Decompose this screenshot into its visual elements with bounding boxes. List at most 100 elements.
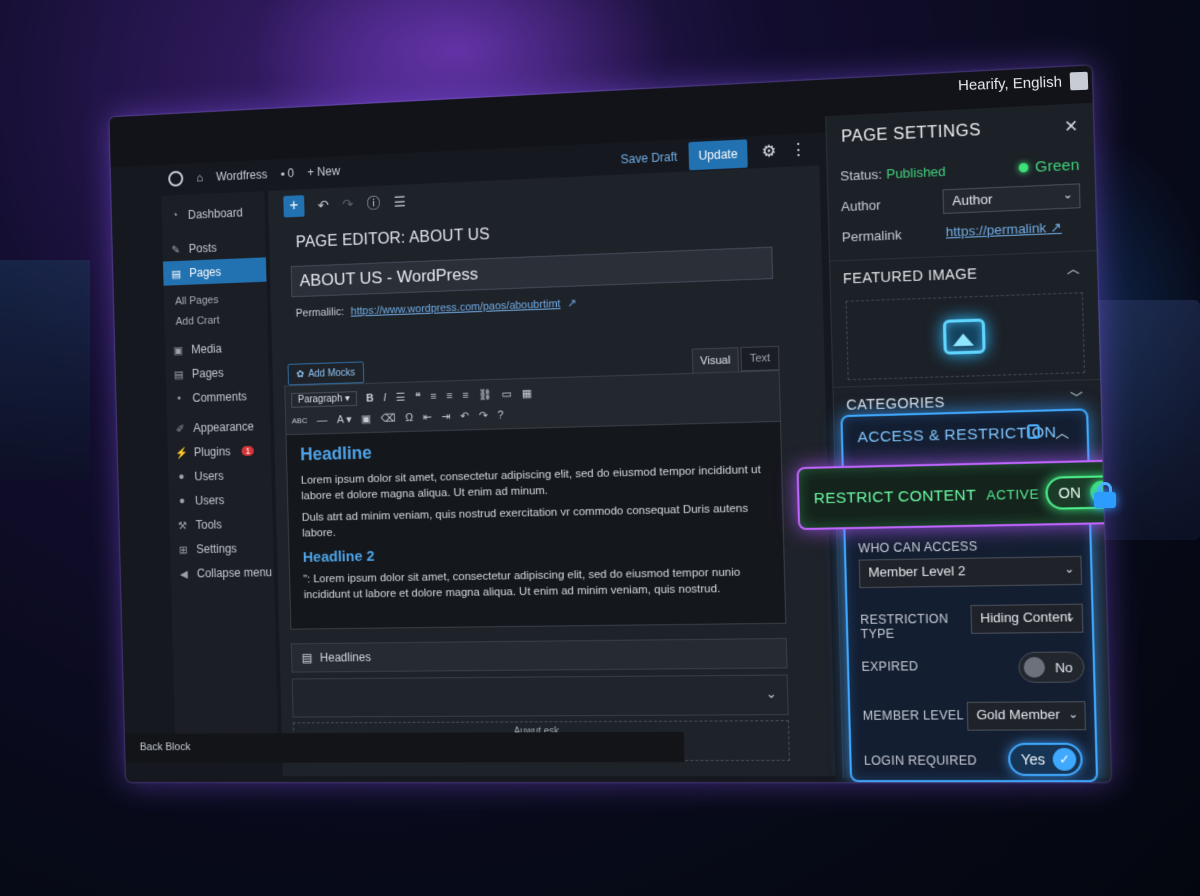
login-required-value: Yes	[1021, 751, 1046, 768]
sidebar-item-plugins[interactable]: ⚡ Plugins 1	[167, 438, 271, 465]
status-indicator: Green	[1019, 156, 1080, 176]
check-icon: ✓	[1052, 748, 1076, 771]
blockquote-icon[interactable]: ❝	[415, 390, 421, 403]
external-link-icon[interactable]: ↗	[567, 297, 576, 309]
sidebar-item-label: Users	[195, 493, 225, 507]
more-options-icon[interactable]: ⋮	[790, 139, 807, 160]
sidebar-item-users-2[interactable]: ● Users	[169, 486, 273, 513]
toolbar-toggle-icon[interactable]: ▦	[522, 387, 533, 400]
text-color-icon[interactable]: A ▾	[337, 413, 352, 426]
sidebar-item-label: Posts	[189, 240, 217, 255]
info-icon[interactable]: ⓘ	[367, 193, 381, 213]
chevron-up-icon[interactable]: ︿	[1055, 421, 1070, 441]
page-title-input[interactable]	[291, 247, 773, 298]
sidebar-item-tools[interactable]: ⚒ Tools	[169, 511, 273, 537]
sidebar-item-label: Users	[194, 469, 224, 483]
classic-editor: Paragraph ▾ B I ☰ ❝ ≡ ≡ ≡ ⛓ ▭ ▦ ABC — A …	[284, 370, 786, 630]
gear-icon[interactable]: ⚙	[761, 141, 776, 162]
undo-icon[interactable]: ↶	[317, 196, 329, 213]
align-center-icon[interactable]: ≡	[446, 390, 453, 402]
sidebar-item-appearance[interactable]: ✐ Appearance	[167, 413, 271, 440]
editor-content[interactable]: Headline Lorem ipsum dolor sit amet, con…	[286, 422, 785, 619]
comments-icon[interactable]: ▪ 0	[280, 166, 294, 180]
sidebar-item-settings[interactable]: ⊞ Settings	[170, 535, 274, 561]
expired-value: No	[1055, 659, 1073, 675]
restrict-status: ACTIVE	[986, 486, 1039, 503]
bold-icon[interactable]: B	[366, 392, 374, 404]
update-button[interactable]: Update	[688, 139, 747, 170]
sidebar-item-collapse-menu[interactable]: ◀ Collapse menu	[170, 560, 274, 586]
horizontal-line-icon[interactable]: —	[317, 414, 328, 426]
sidebar-item-label: Comments	[192, 389, 247, 404]
permalink-link[interactable]: https://www.wordpress.com/paos/aboubrtim…	[351, 298, 561, 318]
new-button[interactable]: + New	[307, 164, 340, 179]
plugins-update-badge: 1	[242, 445, 254, 455]
expired-toggle[interactable]: No	[1018, 651, 1085, 683]
bullet-list-icon[interactable]: ☰	[396, 391, 406, 404]
who-can-access-select[interactable]: Member Level 2 ⌄	[859, 556, 1083, 588]
sidebar-item-users[interactable]: ● Users	[168, 462, 272, 489]
status-dot-icon	[1019, 162, 1029, 172]
sidebar-item-label: Add Crart	[175, 314, 219, 327]
redo-icon[interactable]: ↷	[342, 195, 354, 212]
language-label: Hearify, English	[958, 73, 1062, 94]
member-level-select[interactable]: Gold Member ⌄	[967, 701, 1086, 731]
close-icon[interactable]: ✕	[1064, 116, 1079, 137]
featured-image-dropzone[interactable]	[846, 292, 1085, 380]
block-dropdown[interactable]: ⌄	[292, 675, 789, 718]
wordpress-logo-icon[interactable]	[168, 171, 183, 187]
dashboard-icon: ◔	[169, 209, 180, 221]
site-name[interactable]: Wordfress	[216, 168, 268, 184]
sidebar-item-comments[interactable]: ▪ Comments	[166, 383, 270, 410]
sidebar-item-label: Media	[191, 341, 222, 356]
redo-icon[interactable]: ↷	[479, 409, 488, 422]
undo-icon[interactable]: ↶	[460, 410, 469, 423]
align-left-icon[interactable]: ≡	[430, 390, 437, 402]
avatar[interactable]	[1070, 72, 1089, 91]
add-media-button[interactable]: ✿ Add Mocks	[288, 361, 365, 385]
chevron-down-icon[interactable]: ﹀	[1070, 389, 1084, 407]
author-label: Author	[841, 197, 881, 214]
chevron-down-icon[interactable]: ⌄	[766, 686, 778, 702]
add-block-button[interactable]: +	[283, 195, 304, 217]
sidebar-item-label: Plugins	[194, 444, 231, 459]
plugin-icon: ⚡	[175, 446, 186, 458]
clear-formatting-icon[interactable]: ⌫	[380, 412, 395, 425]
sidebar-item-pages-2[interactable]: ▤ Pages	[165, 359, 269, 387]
sidebar-item-media[interactable]: ▣ Media	[165, 334, 269, 362]
strikethrough-icon[interactable]: ABC	[292, 416, 308, 425]
list-view-icon[interactable]: ☰	[393, 193, 406, 210]
background-blur-panel	[0, 260, 90, 480]
link-icon[interactable]: ⛓	[478, 388, 492, 401]
help-icon[interactable]: ?	[497, 409, 503, 421]
home-icon[interactable]: ⌂	[196, 171, 203, 185]
wordpress-editor-window: ⌂ Wordfress ▪ 0 + New ◔ Dashboard ✎ Posts …	[109, 65, 1111, 782]
chevron-up-icon[interactable]: ︿	[1067, 260, 1081, 278]
tab-text[interactable]: Text	[740, 346, 779, 372]
align-right-icon[interactable]: ≡	[462, 389, 469, 401]
sidebar-item-label: Settings	[196, 541, 237, 555]
permalink-link[interactable]: https://permalink ↗	[945, 219, 1062, 240]
login-required-toggle[interactable]: Yes ✓	[1008, 743, 1083, 776]
special-character-icon[interactable]: Ω	[405, 412, 413, 424]
restrict-content-label: RESTRICT CONTENT	[814, 486, 977, 507]
access-restriction-header[interactable]: ACCESS & RESTRICTION ︿	[842, 410, 1087, 457]
format-select[interactable]: Paragraph ▾	[291, 391, 357, 408]
author-select-value: Author	[952, 191, 993, 208]
read-more-icon[interactable]: ▭	[502, 387, 513, 400]
italic-icon[interactable]: I	[383, 392, 386, 404]
outdent-icon[interactable]: ⇤	[423, 411, 432, 424]
page-editor: + ↶ ↷ ⓘ ☰ PAGE EDITOR: ABOUT US Permalil…	[268, 165, 836, 776]
headlines-block[interactable]: ▤ Headlines	[291, 638, 788, 673]
categories-label: CATEGORIES	[846, 393, 945, 412]
who-can-access-value: Member Level 2	[868, 563, 966, 580]
external-link-icon: ↗	[1050, 219, 1062, 235]
indent-icon[interactable]: ⇥	[441, 410, 450, 423]
save-draft-button[interactable]: Save Draft	[620, 150, 677, 167]
author-select[interactable]: Author ⌄	[942, 183, 1080, 214]
tab-visual[interactable]: Visual	[692, 347, 739, 373]
member-level-value: Gold Member	[976, 707, 1060, 723]
pages-icon: ▤	[171, 267, 182, 279]
restriction-type-select[interactable]: Hiding Content ⌄	[970, 604, 1083, 634]
paste-text-icon[interactable]: ▣	[361, 412, 371, 425]
